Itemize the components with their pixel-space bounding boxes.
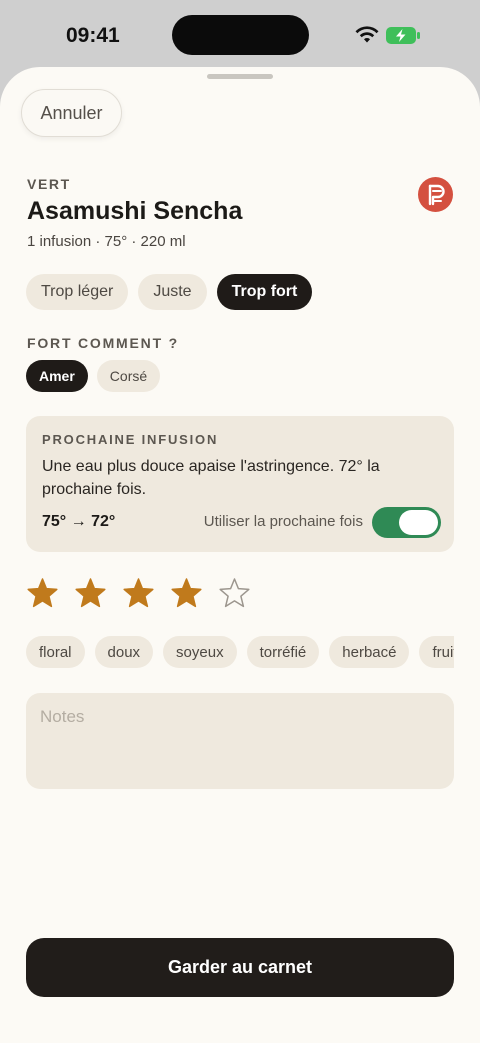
notes-field[interactable] (26, 693, 454, 789)
brew-details: 1 infusion · 75° · 220 ml (27, 233, 186, 250)
star-filled-icon[interactable] (170, 577, 203, 610)
tag-floral[interactable]: floral (26, 636, 85, 668)
strength-too-strong[interactable]: Trop fort (216, 274, 313, 310)
tag-herbace[interactable]: herbacé (329, 636, 410, 668)
how-strong-bitter[interactable]: Amer (26, 360, 88, 392)
tea-category: VERT (27, 176, 71, 192)
next-infusion-label: PROCHAINE INFUSION (42, 432, 219, 447)
tea-name: Asamushi Sencha (27, 197, 243, 225)
battery-charging-icon (385, 26, 421, 50)
tag-fruite[interactable]: fruité (419, 636, 454, 668)
rating-stars (26, 577, 251, 610)
status-time: 09:41 (66, 24, 120, 47)
brand-logo (418, 177, 453, 212)
tag-torrefie[interactable]: torréfié (246, 636, 320, 668)
strength-too-light[interactable]: Trop léger (26, 274, 129, 310)
use-next-time-toggle[interactable] (372, 507, 441, 538)
next-infusion-card: PROCHAINE INFUSION Une eau plus douce ap… (26, 416, 454, 552)
use-next-time-label: Utiliser la prochaine fois (203, 513, 363, 530)
star-empty-icon[interactable] (218, 577, 251, 610)
dynamic-island (172, 15, 309, 55)
cancel-button[interactable]: Annuler (21, 89, 122, 137)
flavor-tags[interactable]: floral doux soyeux torréfié herbacé frui… (26, 636, 454, 670)
status-bar: 09:41 (0, 0, 480, 70)
tag-doux[interactable]: doux (94, 636, 154, 668)
star-filled-icon[interactable] (26, 577, 59, 610)
sheet-grabber[interactable] (207, 74, 273, 79)
toggle-knob (399, 510, 438, 535)
strength-options: Trop léger Juste Trop fort (26, 274, 313, 310)
how-strong-full-bodied[interactable]: Corsé (96, 360, 161, 392)
how-strong-label: FORT COMMENT ? (27, 335, 179, 351)
next-infusion-advice: Une eau plus douce apaise l'astringence.… (42, 458, 380, 498)
tag-soyeux[interactable]: soyeux (163, 636, 237, 668)
star-filled-icon[interactable] (74, 577, 107, 610)
temperature-change: 75° → 72° (42, 513, 116, 530)
wifi-icon (354, 25, 380, 50)
strength-just-right[interactable]: Juste (138, 274, 207, 310)
tasting-sheet: Annuler VERT Asamushi Sencha 1 infusion … (0, 67, 480, 1043)
how-strong-options: Amer Corsé (26, 360, 161, 392)
save-to-notebook-button[interactable]: Garder au carnet (26, 938, 454, 997)
star-filled-icon[interactable] (122, 577, 155, 610)
